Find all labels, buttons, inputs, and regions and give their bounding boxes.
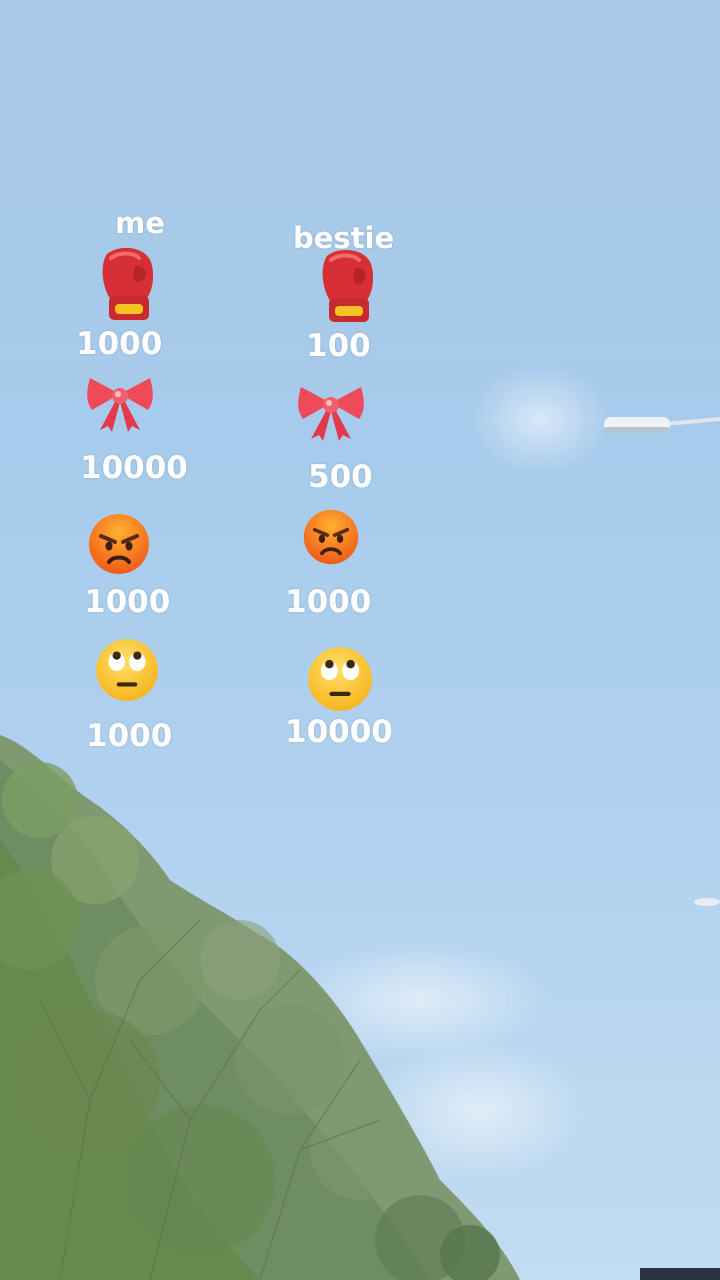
value-me-boxing: 1000	[76, 326, 163, 362]
boxing-glove-icon	[322, 249, 374, 322]
eye-roll-face-icon	[96, 639, 158, 701]
roof-edge	[640, 1268, 720, 1280]
value-me-eyeroll: 1000	[86, 718, 173, 754]
eye-roll-face-icon	[308, 647, 372, 711]
value-bestie-ribbon: 500	[308, 459, 373, 495]
angry-face-icon	[89, 514, 149, 574]
cloud	[470, 365, 610, 475]
value-bestie-boxing: 100	[306, 328, 371, 364]
value-bestie-angry: 1000	[285, 584, 372, 620]
boxing-glove-icon	[102, 247, 154, 320]
angry-face-icon	[303, 509, 359, 565]
column-header-me: me	[115, 206, 165, 240]
value-me-angry: 1000	[84, 584, 171, 620]
street-lamp	[604, 417, 720, 433]
street-lamp-distant	[694, 898, 720, 906]
photo-background: me bestie 1000 100 10000 500 1000 1000 1…	[0, 0, 720, 1280]
ribbon-bow-icon	[87, 378, 153, 432]
ribbon-bow-icon	[298, 387, 364, 441]
value-bestie-eyeroll: 10000	[285, 714, 393, 750]
value-me-ribbon: 10000	[80, 450, 188, 486]
